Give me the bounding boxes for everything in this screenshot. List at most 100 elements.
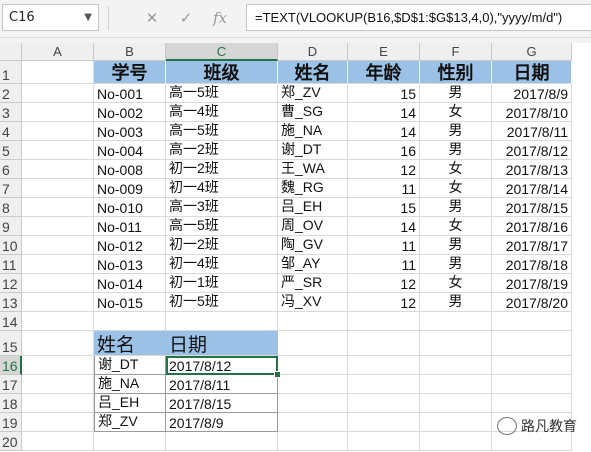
active-cell-c16[interactable]: 2017/8/12 — [166, 356, 278, 375]
fill-handle[interactable] — [274, 371, 281, 378]
table-cell[interactable]: 2017/8/9 — [492, 84, 572, 103]
table-cell[interactable]: 初一2班 — [166, 236, 278, 255]
table-cell[interactable]: No-012 — [94, 236, 166, 255]
grid-cell[interactable] — [22, 274, 94, 293]
grid-cell[interactable] — [22, 122, 94, 141]
table-cell[interactable]: 2017/8/13 — [492, 160, 572, 179]
table-header-cell[interactable]: 性别 — [420, 61, 492, 84]
table-cell[interactable]: 15 — [348, 198, 420, 217]
column-header-e[interactable]: E — [348, 43, 420, 61]
grid-cell[interactable] — [278, 413, 348, 432]
grid-cell[interactable] — [492, 331, 572, 356]
table-cell[interactable]: 初一4班 — [166, 255, 278, 274]
grid-cell[interactable] — [278, 375, 348, 394]
table-cell[interactable]: 初一2班 — [166, 160, 278, 179]
grid-cell[interactable] — [166, 432, 278, 451]
grid-cell[interactable] — [420, 394, 492, 413]
row-header-13[interactable]: 13 — [0, 293, 22, 312]
table-cell[interactable]: 魏_RG — [278, 179, 348, 198]
row-header-15[interactable]: 15 — [0, 331, 22, 356]
grid-cell[interactable] — [348, 356, 420, 375]
table-cell[interactable]: 施_NA — [278, 122, 348, 141]
table-cell[interactable]: 高一5班 — [166, 217, 278, 236]
row-header-10[interactable]: 10 — [0, 236, 22, 255]
table-header-cell[interactable]: 班级 — [166, 61, 278, 84]
grid-cell[interactable] — [278, 432, 348, 451]
table-cell[interactable]: 高一5班 — [166, 122, 278, 141]
lookup-cell[interactable]: 2017/8/9 — [166, 413, 278, 432]
table-cell[interactable]: 男 — [420, 293, 492, 312]
grid-cell[interactable] — [348, 375, 420, 394]
table-cell[interactable]: 男 — [420, 84, 492, 103]
table-cell[interactable]: No-003 — [94, 122, 166, 141]
select-all-corner[interactable] — [0, 43, 22, 61]
table-cell[interactable]: 12 — [348, 160, 420, 179]
table-cell[interactable]: 2017/8/20 — [492, 293, 572, 312]
grid-cell[interactable] — [22, 331, 94, 356]
row-header-20[interactable]: 20 — [0, 432, 22, 451]
table-cell[interactable]: 邹_AY — [278, 255, 348, 274]
grid-cell[interactable] — [22, 356, 94, 375]
row-header-4[interactable]: 4 — [0, 122, 22, 141]
table-cell[interactable]: 女 — [420, 274, 492, 293]
check-icon[interactable]: ✓ — [173, 5, 199, 31]
table-cell[interactable]: 女 — [420, 217, 492, 236]
table-header-cell[interactable]: 学号 — [94, 61, 166, 84]
table-cell[interactable]: No-001 — [94, 84, 166, 103]
grid-cell[interactable] — [22, 394, 94, 413]
table-cell[interactable]: 谢_DT — [278, 141, 348, 160]
row-header-1[interactable]: 1 — [0, 61, 22, 84]
table-cell[interactable]: 14 — [348, 217, 420, 236]
grid-cell[interactable] — [492, 394, 572, 413]
column-header-c[interactable]: C — [166, 43, 278, 61]
table-cell[interactable]: 11 — [348, 255, 420, 274]
row-header-7[interactable]: 7 — [0, 179, 22, 198]
grid-cell[interactable] — [22, 84, 94, 103]
grid-cell[interactable] — [22, 61, 94, 84]
table-header-cell[interactable]: 年龄 — [348, 61, 420, 84]
grid-cell[interactable] — [22, 141, 94, 160]
row-header-9[interactable]: 9 — [0, 217, 22, 236]
row-header-19[interactable]: 19 — [0, 413, 22, 432]
column-header-b[interactable]: B — [94, 43, 166, 61]
table-cell[interactable]: 男 — [420, 255, 492, 274]
table-cell[interactable]: 15 — [348, 84, 420, 103]
lookup-cell[interactable]: 谢_DT — [94, 356, 166, 375]
table-cell[interactable]: 14 — [348, 103, 420, 122]
row-header-14[interactable]: 14 — [0, 312, 22, 331]
table-cell[interactable]: 男 — [420, 122, 492, 141]
grid-cell[interactable] — [420, 331, 492, 356]
grid-cell[interactable] — [278, 331, 348, 356]
table-cell[interactable]: 2017/8/10 — [492, 103, 572, 122]
table-cell[interactable]: No-010 — [94, 198, 166, 217]
row-header-17[interactable]: 17 — [0, 375, 22, 394]
grid-cell[interactable] — [22, 413, 94, 432]
table-cell[interactable]: 女 — [420, 179, 492, 198]
column-header-d[interactable]: D — [278, 43, 348, 61]
grid-cell[interactable] — [348, 413, 420, 432]
table-cell[interactable]: 11 — [348, 179, 420, 198]
grid-cell[interactable] — [22, 236, 94, 255]
grid-cell[interactable] — [348, 331, 420, 356]
table-cell[interactable]: 男 — [420, 141, 492, 160]
table-cell[interactable]: 陶_GV — [278, 236, 348, 255]
table-cell[interactable]: 2017/8/11 — [492, 122, 572, 141]
table-cell[interactable]: 2017/8/14 — [492, 179, 572, 198]
table-cell[interactable]: 严_SR — [278, 274, 348, 293]
table-cell[interactable]: 高一2班 — [166, 141, 278, 160]
table-cell[interactable]: No-014 — [94, 274, 166, 293]
table-header-cell[interactable]: 日期 — [492, 61, 572, 84]
grid-cell[interactable] — [22, 375, 94, 394]
grid-cell[interactable] — [420, 432, 492, 451]
row-header-18[interactable]: 18 — [0, 394, 22, 413]
table-cell[interactable]: 郑_ZV — [278, 84, 348, 103]
grid-cell[interactable] — [278, 312, 348, 331]
grid-cell[interactable] — [94, 432, 166, 451]
grid-cell[interactable] — [94, 312, 166, 331]
function-icon[interactable]: fx — [207, 5, 233, 31]
table-cell[interactable]: 王_WA — [278, 160, 348, 179]
chevron-down-icon[interactable]: ▼ — [84, 5, 92, 30]
row-header-5[interactable]: 5 — [0, 141, 22, 160]
close-icon[interactable]: ✕ — [139, 5, 165, 31]
grid-cell[interactable] — [420, 375, 492, 394]
